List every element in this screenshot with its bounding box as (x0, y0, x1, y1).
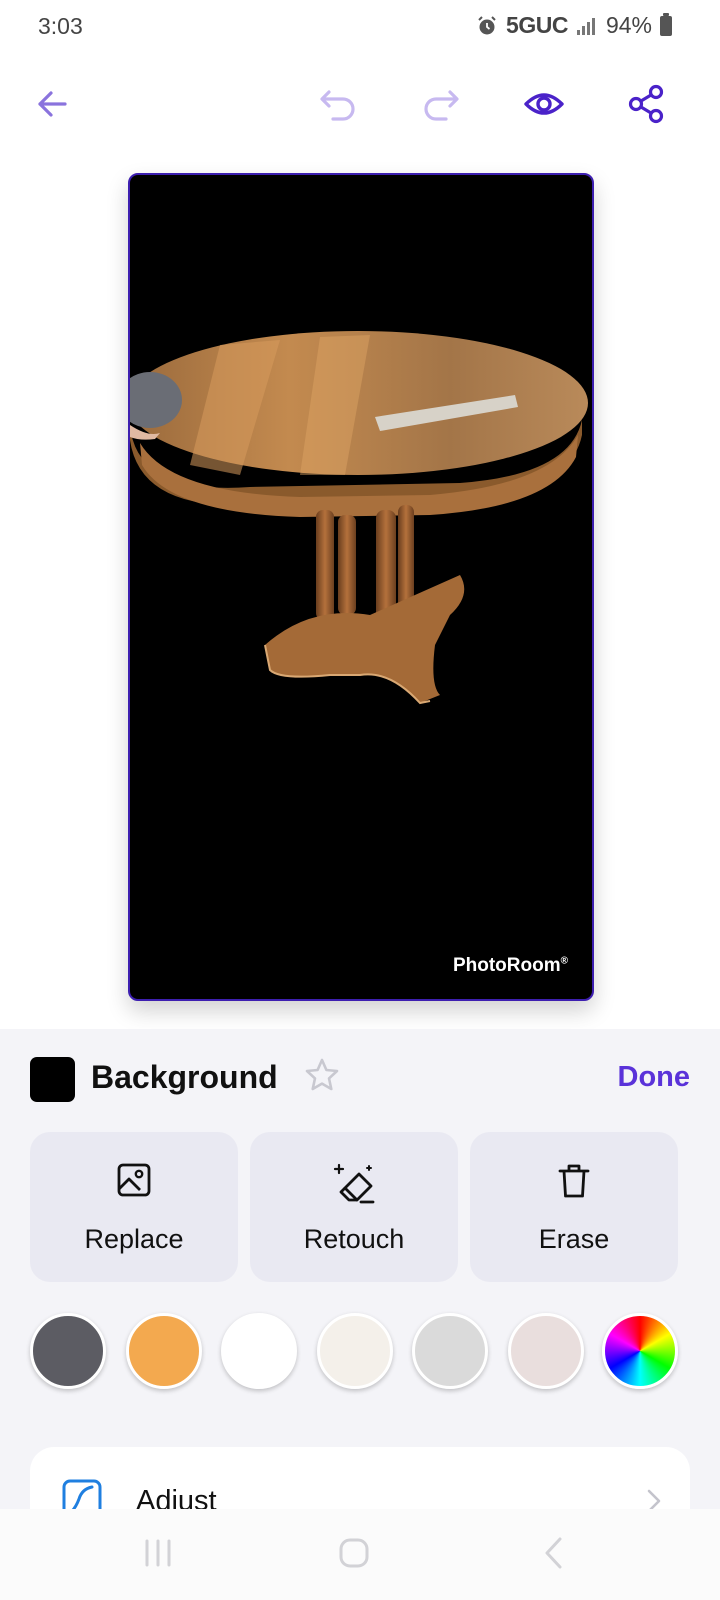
eye-icon (524, 93, 564, 115)
back-nav-button[interactable] (534, 1533, 574, 1573)
color-picker-button[interactable] (602, 1313, 678, 1389)
editor-toolbar (0, 72, 720, 136)
watermark: PhotoRoom® (452, 955, 568, 976)
current-background-swatch[interactable] (30, 1057, 75, 1102)
back-button[interactable] (20, 72, 84, 136)
share-icon (628, 84, 664, 124)
undo-icon (320, 90, 355, 121)
color-swatch-white[interactable] (221, 1313, 297, 1389)
home-button[interactable] (334, 1533, 374, 1573)
product-image-table[interactable] (130, 175, 592, 999)
background-actions: Replace Retouch Erase (30, 1132, 690, 1282)
editor-canvas[interactable]: PhotoRoom® (128, 173, 594, 1001)
arrow-left-icon (38, 91, 67, 117)
battery-percent: 94% (605, 12, 652, 38)
color-swatch-blush[interactable] (508, 1313, 584, 1389)
color-swatch-dark-grey[interactable] (30, 1313, 106, 1389)
erase-label: Erase (538, 1224, 610, 1254)
status-time: 3:03 (38, 13, 83, 39)
redo-button[interactable] (408, 72, 472, 136)
home-icon (339, 1538, 369, 1568)
share-button[interactable] (614, 72, 678, 136)
retouch-button[interactable]: Retouch (250, 1132, 458, 1282)
background-panel: Background Done Replace Retouch Erase Ad… (0, 1029, 720, 1567)
trash-icon (558, 1164, 590, 1198)
eraser-sparkle-icon (333, 1163, 375, 1204)
redo-icon (424, 90, 459, 121)
replace-label: Replace (84, 1224, 184, 1254)
done-button[interactable]: Done (618, 1061, 691, 1094)
back-chevron-icon (545, 1537, 562, 1569)
color-swatches (30, 1313, 690, 1389)
color-swatch-light-grey[interactable] (412, 1313, 488, 1389)
undo-button[interactable] (307, 72, 371, 136)
retouch-label: Retouch (303, 1224, 405, 1254)
status-icons: 5GUC 94% (476, 12, 672, 39)
replace-button[interactable]: Replace (30, 1132, 238, 1282)
color-swatch-orange[interactable] (126, 1313, 202, 1389)
battery-icon (660, 12, 672, 36)
favorite-button[interactable] (304, 1057, 340, 1098)
recent-apps-button[interactable] (138, 1533, 178, 1573)
status-bar: 3:03 5GUC 94% (0, 0, 720, 52)
star-icon (305, 1058, 339, 1091)
preview-button[interactable] (512, 72, 576, 136)
network-label: 5GUC (506, 12, 568, 38)
panel-title: Background (91, 1059, 278, 1095)
image-icon (117, 1163, 151, 1197)
recent-apps-icon (145, 1539, 171, 1567)
color-swatch-cream[interactable] (317, 1313, 393, 1389)
system-nav-bar (0, 1509, 720, 1600)
signal-icon (576, 17, 595, 35)
erase-button[interactable]: Erase (470, 1132, 678, 1282)
alarm-icon (478, 15, 496, 34)
